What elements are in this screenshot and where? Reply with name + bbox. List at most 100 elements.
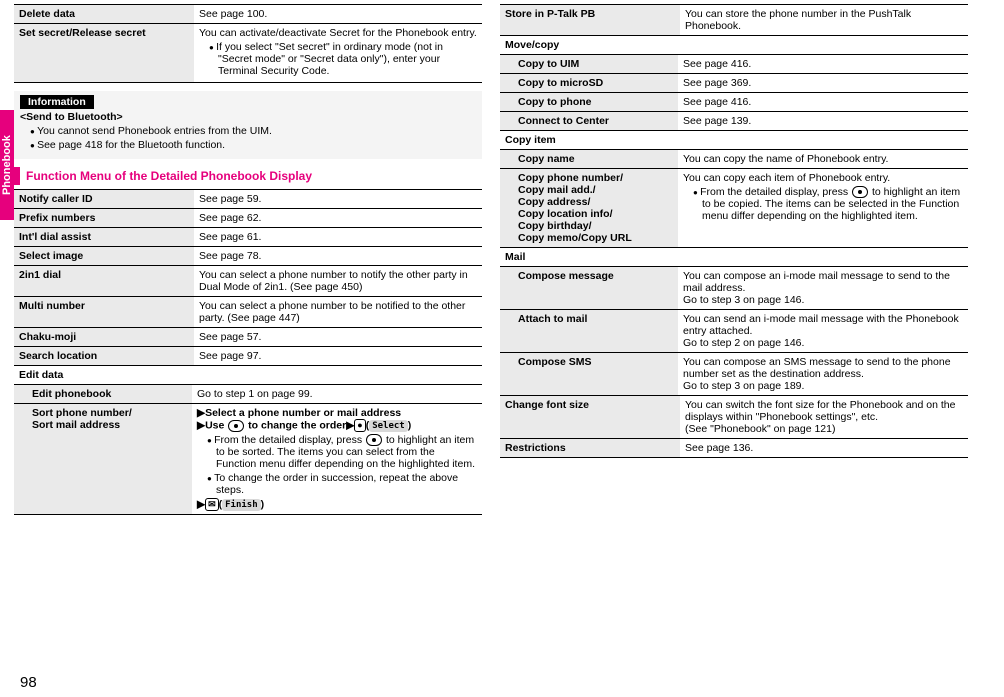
- row-label: Copy phone number/ Copy mail add./ Copy …: [500, 169, 678, 248]
- row-desc: See page 62.: [194, 209, 482, 228]
- row-label: Restrictions: [500, 439, 680, 458]
- page-number: 98: [20, 674, 37, 691]
- copyitem-header: Copy item: [500, 131, 968, 149]
- table-row: Store in P-Talk PB You can store the pho…: [500, 5, 968, 36]
- sort-step-text: to change the order: [245, 419, 346, 431]
- row-desc: See page 100.: [194, 5, 482, 24]
- side-tab-phonebook: Phonebook: [0, 110, 14, 220]
- row-desc: See page 139.: [678, 112, 968, 131]
- mail-header: Mail: [500, 248, 968, 266]
- sort-step-text: Use: [205, 419, 227, 431]
- red-bar-icon: [14, 167, 20, 185]
- row-label: Edit phonebook: [14, 385, 192, 404]
- table-edit-data: Edit phonebookGo to step 1 on page 99. S…: [14, 384, 482, 515]
- table-row: Multi numberYou can select a phone numbe…: [14, 297, 482, 328]
- table-row: Copy to UIMSee page 416.: [500, 55, 968, 74]
- row-desc: See page 78.: [194, 247, 482, 266]
- table-mail: Compose messageYou can compose an i-mode…: [500, 266, 968, 396]
- row-desc: You can compose an i-mode mail message t…: [678, 267, 968, 310]
- sort-step: ▶✉(Finish): [197, 498, 477, 511]
- bullet-text: From the detailed display, press: [700, 186, 851, 198]
- bullet-item: See page 418 for the Bluetooth function.: [30, 139, 476, 151]
- table-top-left: Delete data See page 100. Set secret/Rel…: [14, 4, 482, 83]
- row-desc: You can activate/deactivate Secret for t…: [194, 24, 482, 83]
- table-row: Select imageSee page 78.: [14, 247, 482, 266]
- row-desc: See page 61.: [194, 228, 482, 247]
- bullet-item: From the detailed display, press to high…: [693, 186, 963, 222]
- row-label: Compose message: [500, 267, 678, 310]
- triangle-icon: ▶: [197, 407, 205, 419]
- mail-key-icon: ✉: [205, 498, 219, 511]
- row-desc: ▶Select a phone number or mail address ▶…: [192, 404, 482, 515]
- bullet-list: You cannot send Phonebook entries from t…: [20, 125, 476, 151]
- row-desc-text: You can copy each item of Phonebook entr…: [683, 172, 890, 184]
- table-row: Notify caller IDSee page 59.: [14, 190, 482, 209]
- row-desc: See page 59.: [194, 190, 482, 209]
- movecopy-header: Move/copy: [500, 36, 968, 54]
- table-row: Sort phone number/ Sort mail address ▶Se…: [14, 404, 482, 515]
- nav-key-icon: [366, 434, 382, 446]
- edit-data-header: Edit data: [14, 365, 482, 384]
- row-desc: You can copy each item of Phonebook entr…: [678, 169, 968, 248]
- row-desc: See page 416.: [678, 55, 968, 74]
- row-label: Notify caller ID: [14, 190, 194, 209]
- row-label: 2in1 dial: [14, 266, 194, 297]
- table-row: Edit phonebookGo to step 1 on page 99.: [14, 385, 482, 404]
- bullet-item: You cannot send Phonebook entries from t…: [30, 125, 476, 137]
- row-desc: You can select a phone number to notify …: [194, 266, 482, 297]
- table-row: Search locationSee page 97.: [14, 347, 482, 366]
- nav-key-icon: [852, 186, 868, 198]
- softkey-select: Select: [369, 420, 408, 432]
- table-row: Set secret/Release secret You can activa…: [14, 24, 482, 83]
- table-row: Copy phone number/ Copy mail add./ Copy …: [500, 169, 968, 248]
- table-row: Delete data See page 100.: [14, 5, 482, 24]
- function-menu-header: Function Menu of the Detailed Phonebook …: [14, 167, 482, 185]
- table-row: Int'l dial assistSee page 61.: [14, 228, 482, 247]
- row-label: Change font size: [500, 396, 680, 439]
- function-menu-title: Function Menu of the Detailed Phonebook …: [26, 169, 312, 183]
- bullet-list: From the detailed display, press to high…: [197, 434, 477, 496]
- sort-step-text: Select a phone number or mail address: [205, 407, 401, 419]
- sort-step: ▶Select a phone number or mail address: [197, 407, 477, 419]
- triangle-icon: ▶: [346, 419, 354, 431]
- table-function-menu: Notify caller IDSee page 59. Prefix numb…: [14, 189, 482, 365]
- row-label: Search location: [14, 347, 194, 366]
- table-row: Compose SMSYou can compose an SMS messag…: [500, 353, 968, 396]
- bullet-item: If you select "Set secret" in ordinary m…: [209, 41, 477, 77]
- sort-step: ▶Use to change the order▶●(Select): [197, 419, 477, 432]
- information-tag: Information: [20, 95, 94, 109]
- row-label: Select image: [14, 247, 194, 266]
- table-tail-right: Change font sizeYou can switch the font …: [500, 396, 968, 458]
- nav-key-icon: [228, 420, 244, 432]
- row-label: Compose SMS: [500, 353, 678, 396]
- table-row: Copy to phoneSee page 416.: [500, 93, 968, 112]
- row-label: Copy name: [500, 150, 678, 169]
- table-row: 2in1 dialYou can select a phone number t…: [14, 266, 482, 297]
- row-label: Chaku-moji: [14, 328, 194, 347]
- table-copyitem: Copy nameYou can copy the name of Phoneb…: [500, 149, 968, 248]
- row-desc: See page 57.: [194, 328, 482, 347]
- row-label: Multi number: [14, 297, 194, 328]
- row-label: Copy to phone: [500, 93, 678, 112]
- table-top-right: Store in P-Talk PB You can store the pho…: [500, 4, 968, 36]
- table-row: Copy nameYou can copy the name of Phoneb…: [500, 150, 968, 169]
- row-desc: See page 416.: [678, 93, 968, 112]
- row-label: Set secret/Release secret: [14, 24, 194, 83]
- row-label: Int'l dial assist: [14, 228, 194, 247]
- row-desc: You can select a phone number to be noti…: [194, 297, 482, 328]
- row-desc: You can send an i-mode mail message with…: [678, 310, 968, 353]
- row-desc: You can store the phone number in the Pu…: [680, 5, 968, 36]
- row-desc: You can copy the name of Phonebook entry…: [678, 150, 968, 169]
- row-desc: See page 97.: [194, 347, 482, 366]
- row-desc: See page 136.: [680, 439, 968, 458]
- table-movecopy: Copy to UIMSee page 416. Copy to microSD…: [500, 54, 968, 131]
- row-label: Connect to Center: [500, 112, 678, 131]
- left-column: Delete data See page 100. Set secret/Rel…: [14, 4, 482, 515]
- row-label: Copy to microSD: [500, 74, 678, 93]
- row-desc: Go to step 1 on page 99.: [192, 385, 482, 404]
- row-label: Sort phone number/ Sort mail address: [14, 404, 192, 515]
- row-desc: You can switch the font size for the Pho…: [680, 396, 968, 439]
- table-row: RestrictionsSee page 136.: [500, 439, 968, 458]
- table-row: Copy to microSDSee page 369.: [500, 74, 968, 93]
- row-desc-text: You can activate/deactivate Secret for t…: [199, 27, 477, 39]
